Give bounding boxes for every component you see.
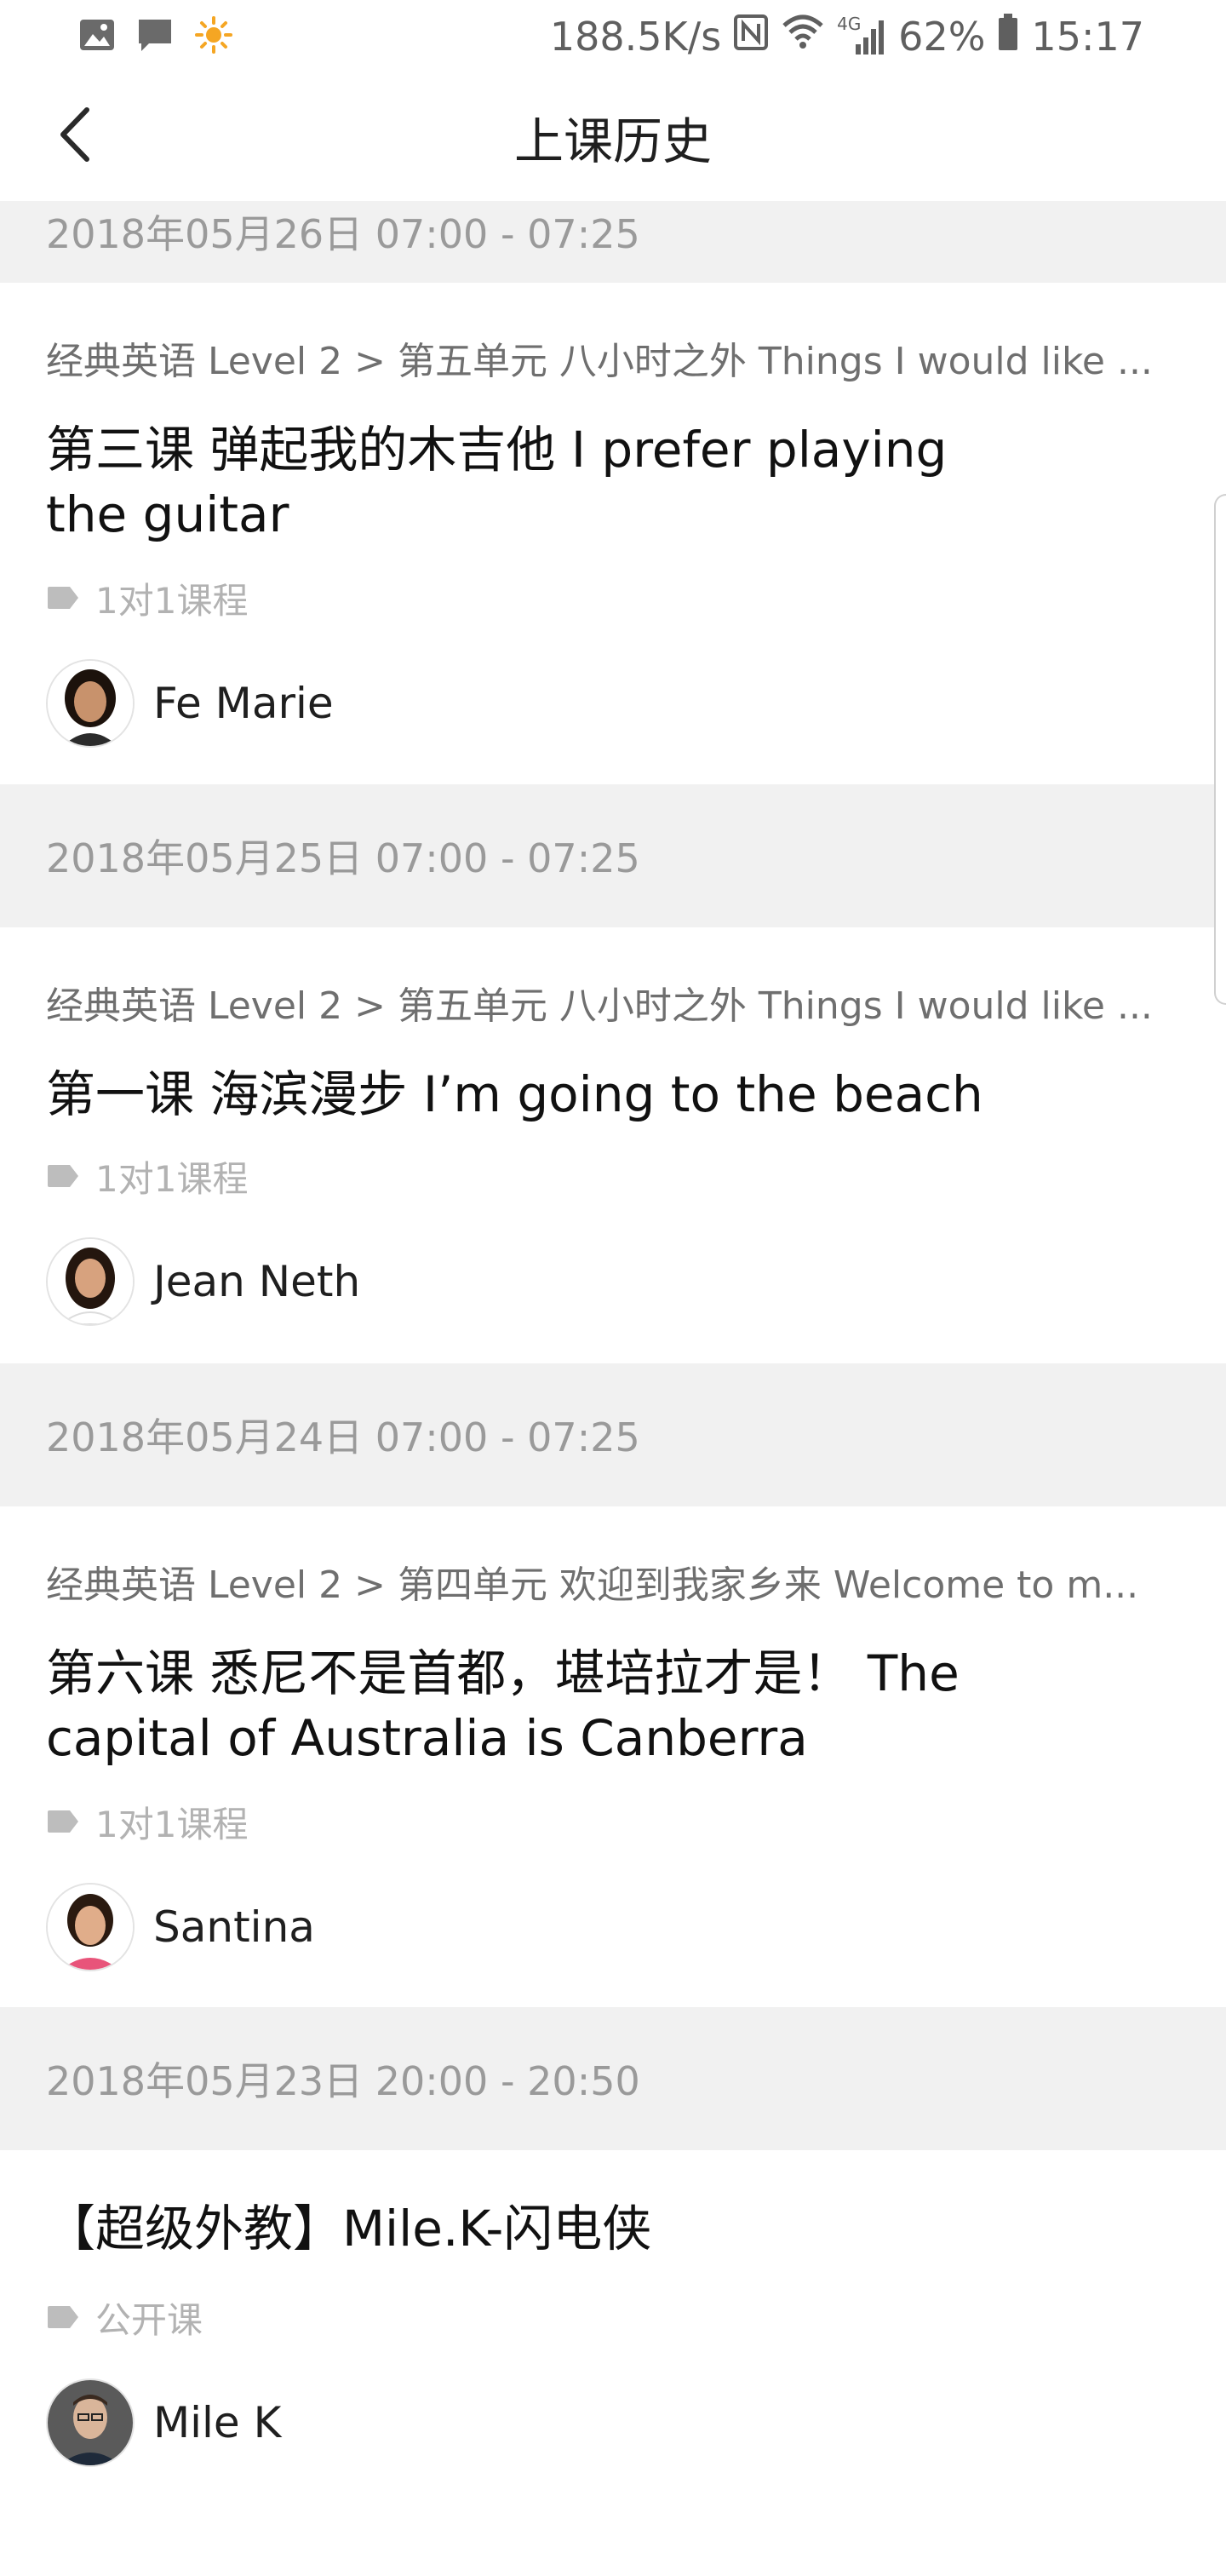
network-speed: 188.5K/s <box>549 14 722 60</box>
tag-icon <box>46 2297 80 2338</box>
lesson-title: 【超级外教】Mile.K-闪电侠 <box>46 2200 652 2258</box>
nfc-icon <box>733 14 769 60</box>
lesson-card[interactable]: 经典英语 Level 2 > 第四单元 欢迎到我家乡来 Welcome to m… <box>0 1506 1226 2007</box>
lesson-title: 第三课 弹起我的木吉他 I prefer playing the guitar <box>46 421 948 543</box>
teacher-row[interactable]: Jean Neth <box>46 1237 360 1326</box>
teacher-name: Jean Neth <box>153 1257 361 1306</box>
lesson-breadcrumb: 经典英语 Level 2 > 第四单元 欢迎到我家乡来 Welcome to m… <box>46 1563 1139 1607</box>
tag-label: 公开课 <box>95 2299 203 2341</box>
tag-icon <box>46 1801 80 1843</box>
battery-icon <box>997 13 1019 61</box>
lesson-title: 第六课 悉尼不是首都，堪培拉才是！ The capital of Austral… <box>46 1644 960 1767</box>
lesson-tag: 1对1课程 <box>46 1150 248 1202</box>
back-button[interactable] <box>41 102 109 170</box>
tag-label: 1对1课程 <box>95 580 249 622</box>
clock: 15:17 <box>1031 14 1144 60</box>
lesson-card[interactable]: 经典英语 Level 2 > 第五单元 八小时之外 Things I would… <box>0 283 1226 784</box>
status-bar: 188.5K/s 4G 62% 15:17 <box>0 0 1226 73</box>
tag-label: 1对1课程 <box>95 1804 249 1845</box>
lesson-breadcrumb: 经典英语 Level 2 > 第五单元 八小时之外 Things I would… <box>46 340 1153 383</box>
app-header: 上课历史 <box>0 73 1226 203</box>
lesson-date: 2018年05月24日 07:00 - 07:25 <box>46 1414 640 1460</box>
lesson-date: 2018年05月26日 07:00 - 07:25 <box>46 211 640 257</box>
avatar <box>46 2378 135 2467</box>
avatar <box>46 659 135 748</box>
avatar <box>46 1883 135 1971</box>
lesson-title: 第一课 海滨漫步 I’m going to the beach <box>46 1065 983 1123</box>
chevron-left-icon <box>56 105 94 168</box>
history-list[interactable]: 2018年05月26日 07:00 - 07:25 经典英语 Level 2 >… <box>0 201 1226 2576</box>
lesson-date: 2018年05月25日 07:00 - 07:25 <box>46 835 640 881</box>
wifi-icon <box>781 14 825 60</box>
teacher-row[interactable]: Mile K <box>46 2378 281 2467</box>
avatar <box>46 1237 135 1326</box>
page-title: 上课历史 <box>513 112 712 170</box>
date-band: 2018年05月23日 20:00 - 20:50 <box>0 2007 1226 2150</box>
message-icon <box>136 17 174 56</box>
date-band: 2018年05月25日 07:00 - 07:25 <box>0 784 1226 927</box>
date-band: 2018年05月24日 07:00 - 07:25 <box>0 1363 1226 1506</box>
lesson-breadcrumb: 经典英语 Level 2 > 第五单元 八小时之外 Things I would… <box>46 984 1153 1028</box>
scroll-indicator[interactable] <box>1214 494 1226 1005</box>
sun-icon <box>194 15 233 58</box>
teacher-name: Mile K <box>153 2398 282 2447</box>
tag-icon <box>46 1156 80 1197</box>
teacher-name: Santina <box>153 1902 315 1952</box>
image-icon <box>78 18 116 55</box>
teacher-row[interactable]: Santina <box>46 1883 315 1971</box>
teacher-name: Fe Marie <box>153 679 334 728</box>
lesson-date: 2018年05月23日 20:00 - 20:50 <box>46 2058 640 2104</box>
status-right: 188.5K/s 4G 62% 15:17 <box>550 12 1144 61</box>
date-band: 2018年05月26日 07:00 - 07:25 <box>0 201 1226 283</box>
lesson-tag: 1对1课程 <box>46 572 248 624</box>
lesson-card[interactable]: 经典英语 Level 2 > 第五单元 八小时之外 Things I would… <box>0 927 1226 1363</box>
lesson-tag: 1对1课程 <box>46 1796 248 1848</box>
tag-label: 1对1课程 <box>95 1158 249 1200</box>
lesson-tag: 公开课 <box>46 2292 203 2344</box>
teacher-row[interactable]: Fe Marie <box>46 659 334 748</box>
status-left-icons <box>78 15 233 58</box>
signal-icon: 4G <box>837 14 886 56</box>
tag-icon <box>46 577 80 619</box>
lesson-card[interactable]: 【超级外教】Mile.K-闪电侠 公开课 Mile K <box>0 2150 1226 2576</box>
battery-percent: 62% <box>898 14 986 60</box>
